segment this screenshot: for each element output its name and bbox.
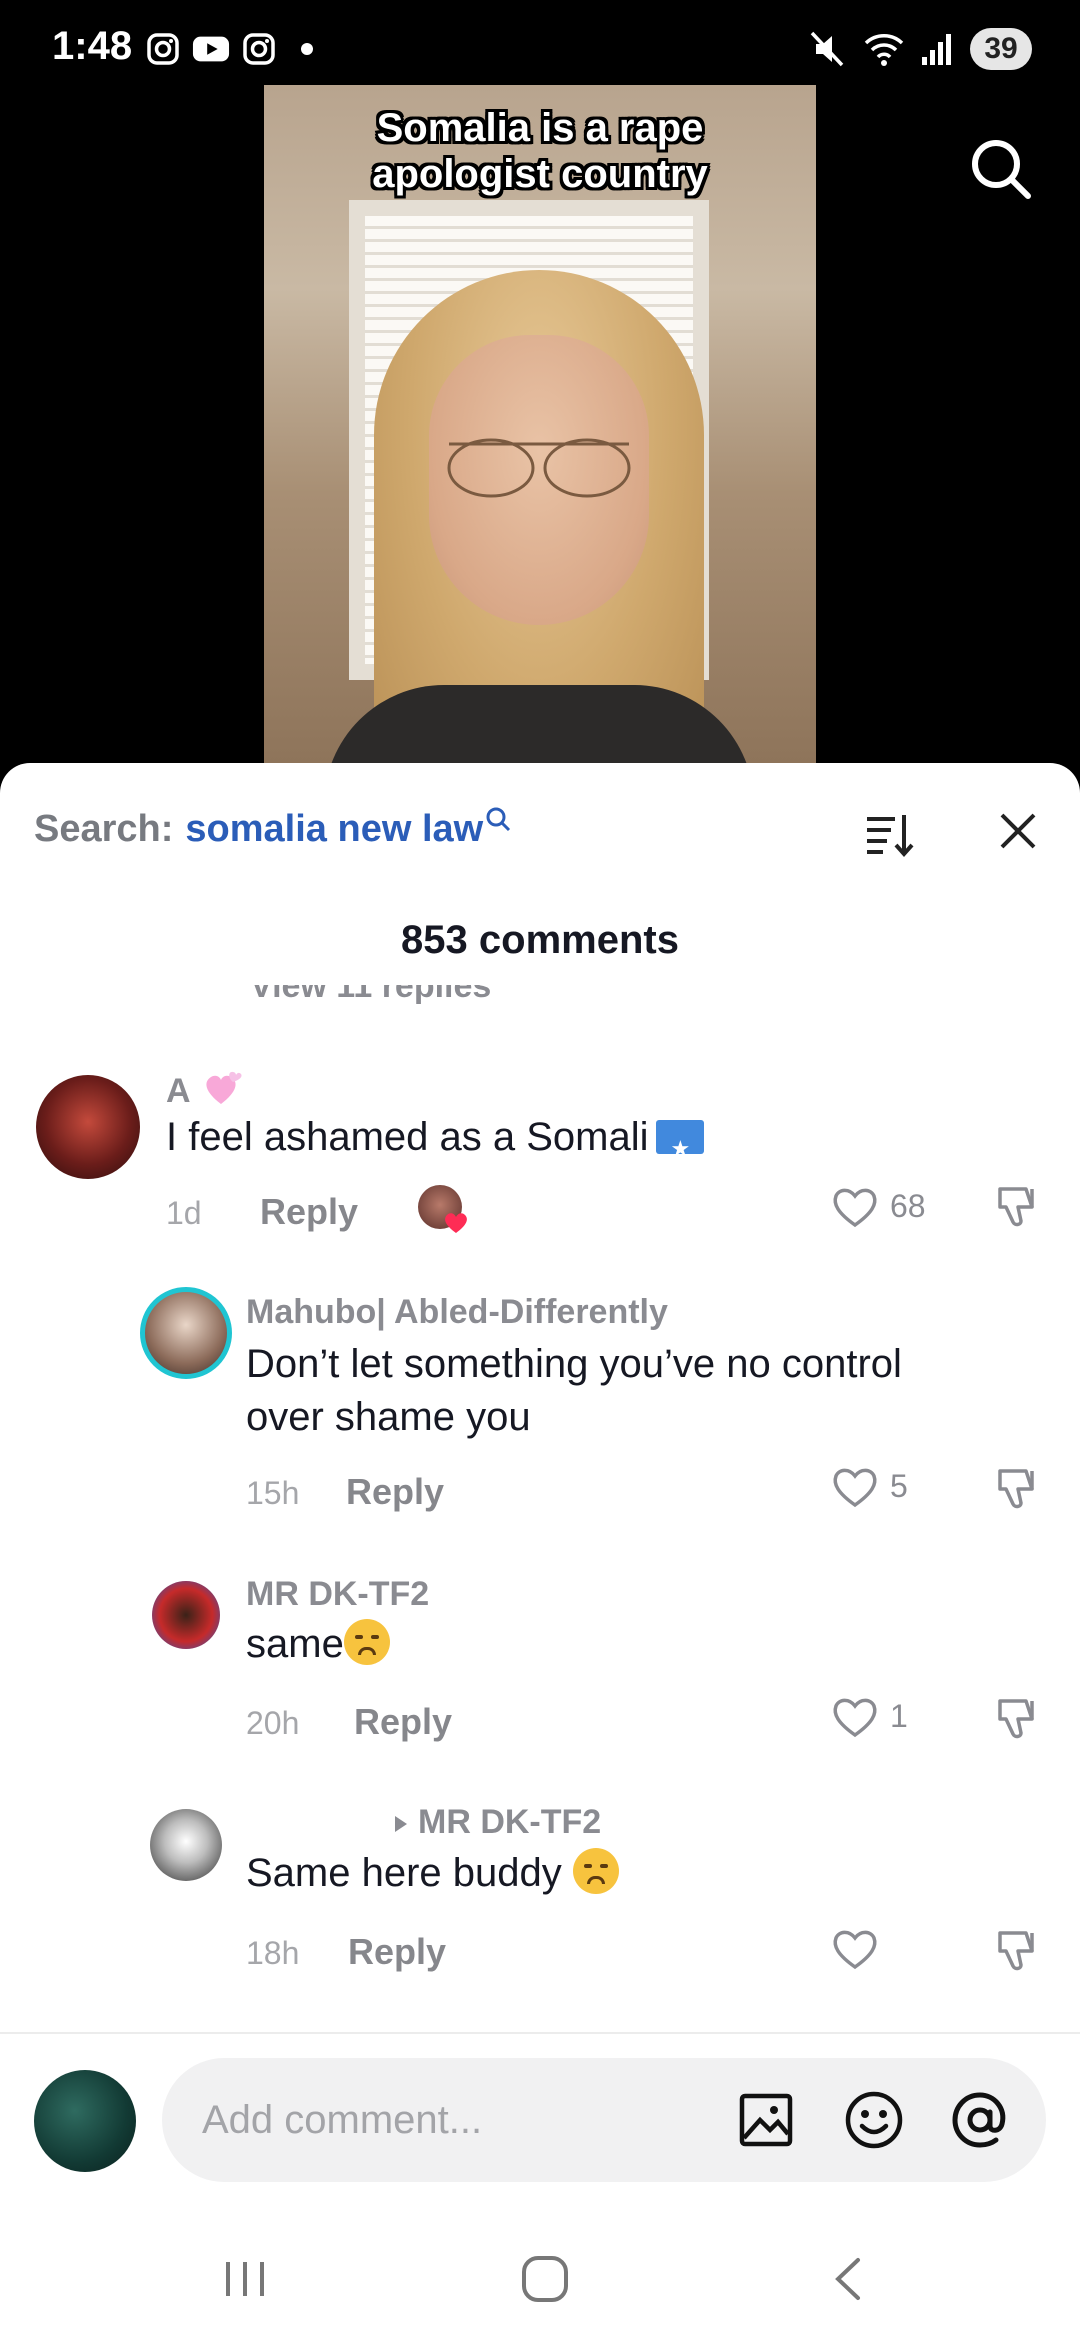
emoji-icon[interactable]	[842, 2088, 906, 2152]
like-button[interactable]: 1	[830, 1693, 908, 1739]
dislike-icon[interactable]	[994, 1693, 1044, 1743]
dot-icon	[288, 30, 326, 68]
android-nav-bar	[0, 2210, 1080, 2340]
comment-time: 20h	[246, 1705, 300, 1741]
heart-icon	[833, 1188, 877, 1228]
heart-badge-icon	[445, 1213, 467, 1233]
recent-apps-icon[interactable]	[210, 2244, 280, 2314]
comment-input[interactable]	[202, 2088, 702, 2152]
comment-input-box[interactable]	[162, 2058, 1046, 2182]
avatar[interactable]	[150, 1809, 222, 1881]
notification-icons	[144, 30, 326, 68]
pink-hearts-emoji-icon	[206, 1071, 242, 1104]
heart-icon	[833, 1468, 877, 1508]
home-icon[interactable]	[510, 2244, 580, 2314]
close-icon[interactable]	[996, 809, 1040, 853]
youtube-icon	[192, 30, 230, 68]
disappointed-face-emoji-icon	[572, 1848, 619, 1894]
caption-line-2: apologist country	[372, 152, 708, 196]
avatar[interactable]	[152, 1581, 220, 1649]
status-time: 1:48	[52, 24, 133, 68]
comment-text: Don’t let something you’ve no control ov…	[246, 1342, 902, 1439]
creator-liked-badge	[418, 1185, 467, 1233]
video-person-glasses	[447, 438, 631, 498]
reply-button[interactable]: Reply	[260, 1191, 358, 1233]
comment-time: 18h	[246, 1935, 300, 1971]
comment-time: 15h	[246, 1475, 300, 1511]
avatar[interactable]	[36, 1075, 140, 1179]
dislike-icon[interactable]	[994, 1925, 1044, 1975]
sort-icon[interactable]	[864, 809, 914, 859]
avatar[interactable]	[140, 1287, 232, 1379]
dislike-icon[interactable]	[994, 1463, 1044, 1513]
reply-arrow-icon	[395, 1816, 407, 1832]
comments-count: 853 comments	[401, 918, 679, 962]
comment-username[interactable]: Mahubo| Abled-Differently	[246, 1293, 668, 1332]
instagram-icon	[240, 30, 278, 68]
search-icon	[486, 807, 511, 832]
search-label: Search:	[34, 808, 174, 850]
like-button[interactable]: 68	[830, 1183, 926, 1229]
image-icon[interactable]	[734, 2088, 798, 2152]
like-count: 5	[890, 1467, 908, 1504]
search-icon[interactable]	[966, 134, 1036, 204]
video-player[interactable]: Somalia is a rape apologist country	[264, 85, 816, 765]
like-button[interactable]	[830, 1925, 890, 1971]
view-replies-partial[interactable]: View 11 replies	[250, 985, 500, 1005]
like-count: 1	[890, 1697, 908, 1734]
reply-button[interactable]: Reply	[348, 1931, 446, 1973]
video-caption: Somalia is a rape apologist country	[264, 105, 816, 197]
reply-button[interactable]: Reply	[346, 1471, 444, 1513]
comment-time: 1d	[166, 1195, 202, 1231]
disappointed-face-emoji-icon	[343, 1619, 390, 1665]
comment-text: Same here buddy	[246, 1847, 619, 1900]
mention-icon[interactable]	[948, 2088, 1012, 2152]
comment-username[interactable]: A	[166, 1068, 243, 1111]
mute-icon	[810, 31, 844, 67]
comment-search-suggestion[interactable]: Search: somalia new law	[34, 807, 511, 851]
like-button[interactable]: 5	[830, 1463, 908, 1509]
signal-icon	[922, 34, 951, 65]
dislike-icon[interactable]	[994, 1181, 1044, 1231]
comment-text: I feel ashamed as a Somali	[166, 1111, 705, 1175]
like-count: 68	[890, 1187, 926, 1224]
instagram-icon	[144, 30, 182, 68]
caption-line-1: Somalia is a rape	[376, 106, 704, 150]
system-status-icons: 39	[808, 28, 1032, 70]
input-divider	[0, 2032, 1080, 2034]
current-user-avatar	[34, 2070, 136, 2172]
reply-button[interactable]: Reply	[354, 1701, 452, 1743]
reply-to-username[interactable]: MR DK-TF2	[392, 1803, 601, 1842]
wifi-icon	[864, 34, 904, 66]
heart-icon	[833, 1930, 877, 1970]
somalia-flag-icon	[656, 1120, 705, 1175]
back-icon[interactable]	[814, 2244, 884, 2314]
battery-icon: 39	[970, 28, 1032, 70]
heart-icon	[833, 1698, 877, 1738]
comment-username[interactable]: MR DK-TF2	[246, 1575, 429, 1614]
comment-text: same	[246, 1618, 390, 1671]
search-query-link[interactable]: somalia new law	[185, 808, 483, 851]
